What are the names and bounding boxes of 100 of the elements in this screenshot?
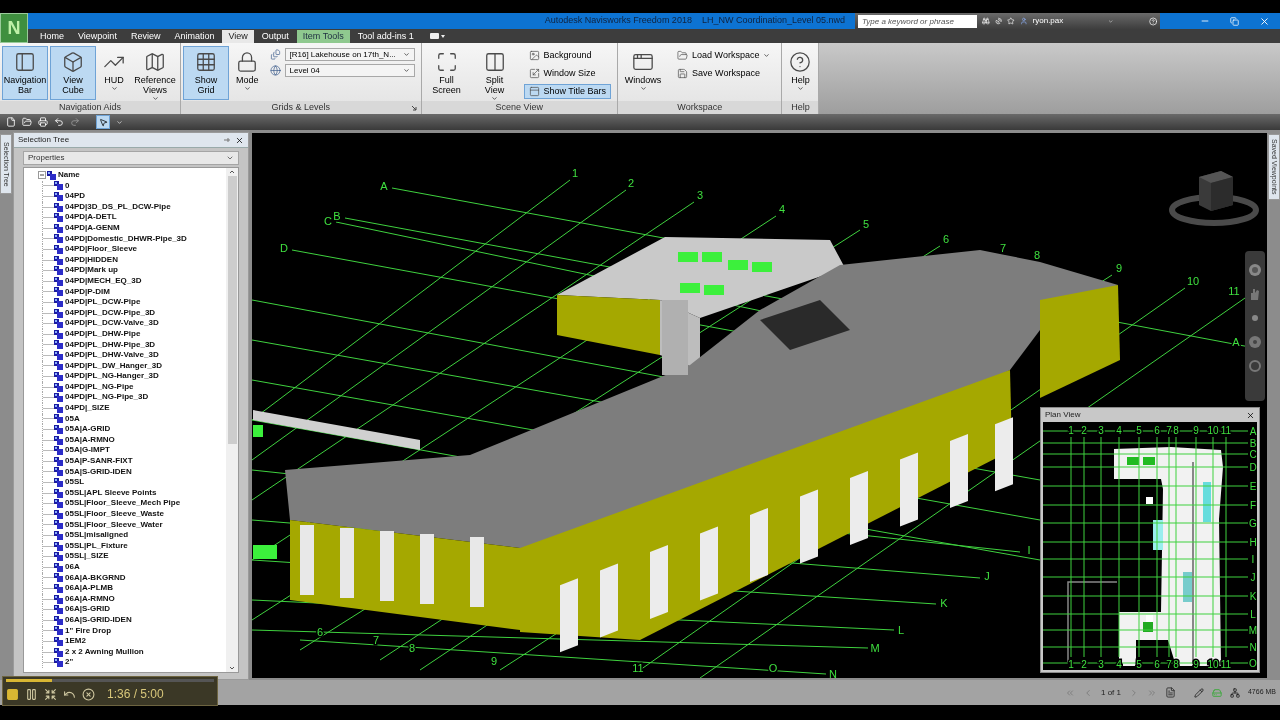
pause-icon[interactable] (25, 687, 38, 701)
close-icon[interactable] (1246, 410, 1255, 420)
ribbon-button[interactable]: Mode (231, 46, 264, 100)
tree-item[interactable]: 0 (65, 180, 70, 192)
print-icon[interactable] (38, 117, 48, 127)
eye-icon[interactable] (1248, 359, 1262, 373)
satellite-dish-icon[interactable] (994, 16, 1003, 26)
tree-item[interactable]: 06A|A-BKGRND (65, 572, 126, 584)
close-circle-icon[interactable] (82, 687, 95, 701)
tree-item[interactable]: 04PD|Floor_Sleeve (65, 244, 138, 255)
tree-item[interactable]: 04PD|PL_DCW-Pipe_3D (65, 307, 156, 319)
ribbon-tab[interactable]: Output (255, 30, 295, 43)
scroll-up-icon[interactable] (228, 168, 236, 176)
ribbon-button[interactable]: Split View (471, 46, 518, 100)
collapse-toggle[interactable] (38, 171, 46, 180)
tree-item[interactable]: 04PD|PL_DHW-Valve_3D (65, 350, 159, 361)
tree-item[interactable]: 2 x 2 Awning Mullion (65, 646, 144, 658)
ribbon-button[interactable]: Show Title Bars (523, 84, 612, 99)
tree-item[interactable]: 2" (65, 657, 74, 668)
close-icon[interactable] (1259, 15, 1270, 27)
tree-item[interactable]: 04PD|PL_DW_Hanger_3D (65, 360, 162, 372)
ribbon-tab[interactable]: Animation (168, 30, 221, 43)
sheet-list-icon[interactable] (1164, 687, 1176, 698)
wheel-icon[interactable] (1248, 263, 1262, 277)
tree-item[interactable]: 04PD|_SIZE (65, 403, 110, 414)
tree-item[interactable]: 04PD|PL_DHW-Pipe (65, 328, 141, 340)
stop-icon[interactable] (6, 687, 19, 701)
tree-item[interactable]: 04PD|PL_NG-Pipe_3D (65, 392, 149, 404)
restore-icon[interactable] (1230, 16, 1239, 26)
tree-item[interactable]: 04PD|PL_DHW-Pipe_3D (65, 339, 156, 351)
ribbon-button[interactable]: Save Workspace (672, 66, 776, 81)
tree-item[interactable]: 04PD|A-GENM (65, 222, 120, 234)
ribbon-tab[interactable]: Item Tools (296, 30, 350, 43)
pin-icon[interactable] (223, 136, 231, 144)
tree-item[interactable]: 06A|A-RMNO (65, 593, 115, 605)
ribbon-button[interactable]: Window Size (523, 66, 612, 81)
ribbon-button[interactable]: Help (784, 46, 817, 100)
tree-item[interactable]: 04PD|HIDDEN (65, 254, 118, 266)
properties-select[interactable]: Properties (23, 151, 239, 165)
ribbon-button[interactable]: Navigation Bar (2, 46, 48, 100)
tree-item[interactable]: 05SL|Floor_Sleeve_Waste (65, 509, 164, 520)
tree-item[interactable]: 04PD|PL_NG-Hanger_3D (65, 371, 159, 382)
tree-item[interactable]: 04PD|3D_DS_PL_DCW-Pipe (65, 201, 171, 213)
new-file-icon[interactable] (6, 117, 16, 127)
tree-item[interactable]: 05SL (65, 477, 85, 488)
ribbon-button[interactable]: View Cube (50, 46, 96, 100)
folder-icon[interactable] (22, 117, 32, 127)
tree-item[interactable]: 05A|A-GRID (65, 424, 111, 435)
tree-item[interactable]: 05SL|APL Sleeve Points (65, 487, 157, 499)
tree-item[interactable]: 04PD (65, 191, 85, 202)
close-icon[interactable] (235, 135, 244, 145)
tree-item[interactable]: 05A|P-SANR-FIXT (65, 456, 133, 467)
orbit-icon[interactable] (1248, 335, 1262, 349)
level-select[interactable]: Level 04 (284, 64, 415, 77)
help-icon[interactable] (1148, 15, 1157, 27)
tree-item[interactable]: 04PD|P-DIM (65, 286, 110, 298)
user-name[interactable]: ryon.pax (1032, 15, 1064, 27)
caret-icon[interactable] (116, 118, 123, 126)
tree-item[interactable]: 05A (65, 413, 80, 425)
ribbon-button[interactable]: Background (523, 48, 612, 63)
ribbon-tab[interactable]: View (222, 30, 254, 43)
tree-item[interactable]: 05A|G-IMPT (65, 445, 110, 457)
user-icon[interactable] (1019, 16, 1028, 26)
tree-item[interactable]: 05SL|Floor_Sleeve_Water (65, 519, 163, 531)
ribbon-button[interactable]: Show Grid (183, 46, 229, 100)
launcher-icon[interactable] (410, 105, 417, 111)
undo-icon[interactable] (54, 117, 64, 127)
tree-item[interactable]: 04PD|Mark up (65, 265, 118, 276)
tree-item[interactable]: 06A (65, 561, 80, 573)
tree-item[interactable]: 04PD|MECH_EQ_3D (65, 275, 142, 287)
tree-item[interactable]: 04PD|PL_DCW-Pipe (65, 297, 141, 308)
tree-item[interactable]: 05SL|Floor_Sleeve_Mech Pipe (65, 498, 181, 509)
star-icon[interactable] (1007, 16, 1015, 26)
select-tool[interactable] (96, 115, 110, 129)
scroll-down-icon[interactable] (228, 664, 236, 672)
ribbon-tab[interactable]: Review (124, 30, 167, 43)
ribbon-tab[interactable]: Viewpoint (72, 30, 123, 43)
redo-icon[interactable] (70, 117, 80, 127)
ribbon-button[interactable]: Load Workspace (672, 48, 776, 63)
search-field[interactable]: Type a keyword or phrase (858, 14, 977, 28)
tree-item[interactable]: 05A|A-RMNO (65, 434, 115, 446)
tree-item[interactable]: 06A|A-PLMB (65, 583, 114, 594)
tree-item[interactable]: Name (58, 170, 80, 181)
tree-item[interactable]: 04PD|PL_DCW-Valve_3D (65, 318, 159, 329)
tree-item[interactable]: 05SL|misaligned (65, 530, 129, 541)
tree-item[interactable]: 04PD|A-DETL (65, 212, 117, 223)
ribbon-button[interactable]: Windows (620, 46, 667, 100)
tree-item[interactable]: 1" Fire Drop (65, 625, 112, 637)
tree-item[interactable]: 05SL|PL_Fixture (65, 540, 128, 552)
tree-item[interactable]: 04PD|Domestic_DHWR-Pipe_3D (65, 233, 187, 245)
ribbon-tab[interactable]: Tool add-ins 1 (351, 30, 420, 43)
ribbon-button[interactable]: Full Screen (423, 46, 470, 100)
tool-icon[interactable] (429, 32, 446, 41)
tree-item[interactable]: 06A|S-GRID (65, 604, 110, 615)
tree-item[interactable]: 05SL|_SIZE (65, 551, 109, 562)
tree-item[interactable]: 05A|S-GRID-IDEN (65, 466, 132, 478)
shrink-icon[interactable] (44, 687, 57, 701)
level-select[interactable]: [R16] Lakehouse on 17th_N... (284, 48, 415, 61)
ribbon-tab[interactable]: Home (34, 30, 70, 43)
scrollbar[interactable] (226, 168, 238, 672)
